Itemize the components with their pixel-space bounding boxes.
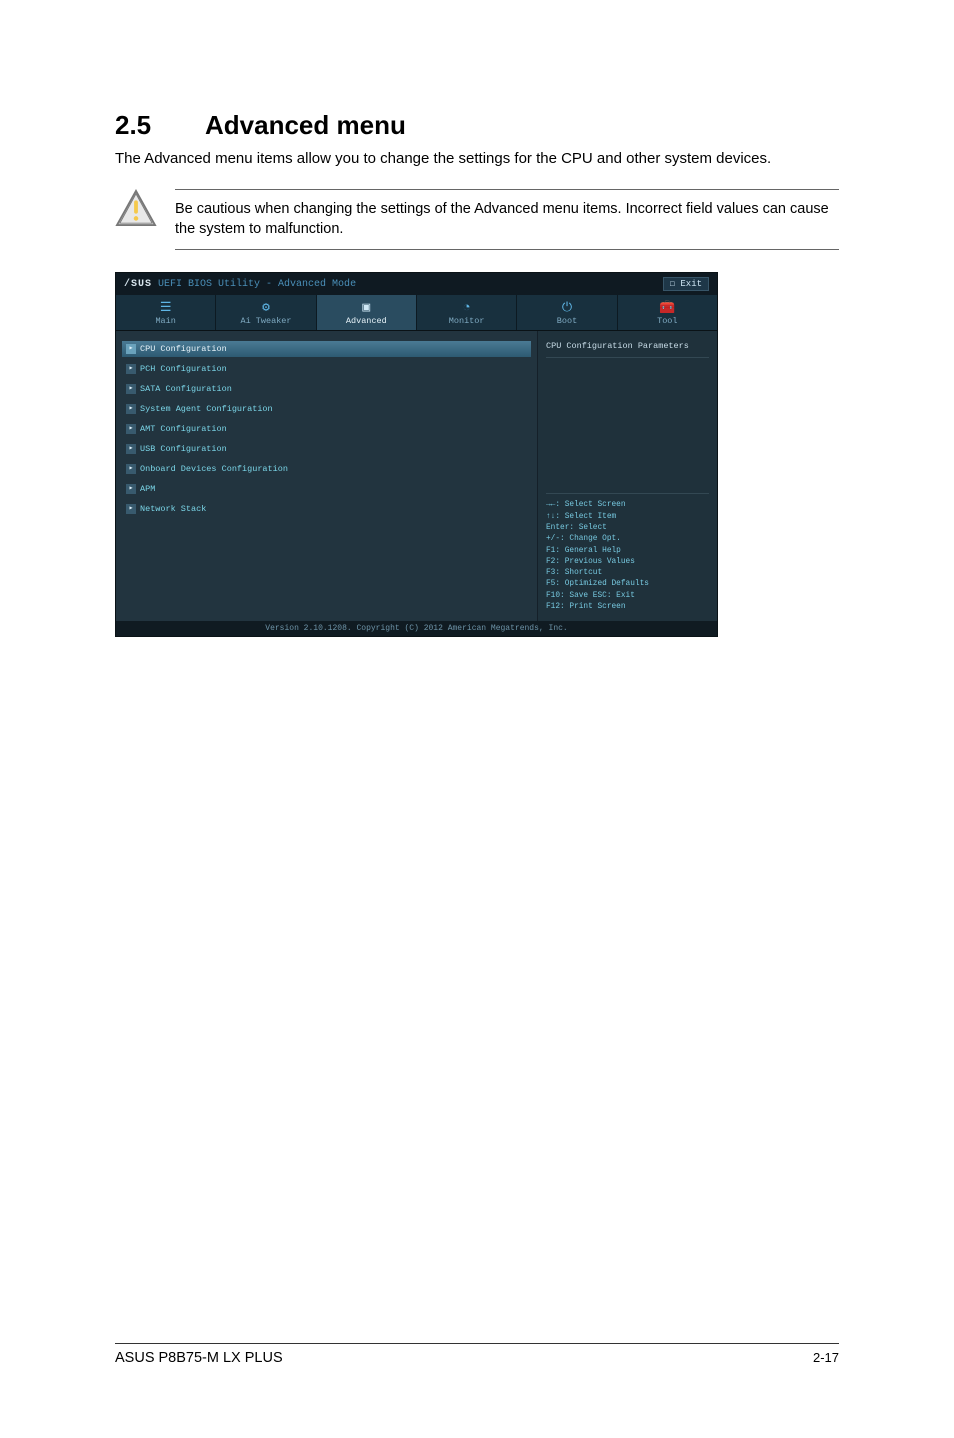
tab-tool[interactable]: 🧰 Tool: [618, 295, 717, 330]
menu-item-label: System Agent Configuration: [140, 404, 273, 414]
key-hint: F12: Print Screen: [546, 602, 709, 613]
menu-item-sata-configuration[interactable]: ▸ SATA Configuration: [122, 381, 531, 397]
menu-item-cpu-configuration[interactable]: ▸ CPU Configuration: [122, 341, 531, 357]
help-title: CPU Configuration Parameters: [546, 341, 709, 358]
tab-label: Boot: [557, 316, 577, 326]
menu-item-label: Network Stack: [140, 504, 206, 514]
menu-item-label: CPU Configuration: [140, 344, 227, 354]
menu-item-amt-configuration[interactable]: ▸ AMT Configuration: [122, 421, 531, 437]
tab-main[interactable]: ☰ Main: [116, 295, 216, 330]
tab-label: Advanced: [346, 316, 387, 326]
tab-monitor[interactable]: ◔ Monitor: [417, 295, 517, 330]
bios-title-suffix: UEFI BIOS Utility - Advanced Mode: [158, 279, 356, 290]
menu-item-usb-configuration[interactable]: ▸ USB Configuration: [122, 441, 531, 457]
chevron-right-icon: ▸: [126, 404, 136, 414]
bios-body: ▸ CPU Configuration ▸ PCH Configuration …: [116, 331, 717, 621]
bios-help-panel: CPU Configuration Parameters →←: Select …: [537, 331, 717, 621]
page-footer: ASUS P8B75-M LX PLUS 2-17: [115, 1343, 839, 1366]
chevron-right-icon: ▸: [126, 464, 136, 474]
menu-item-pch-configuration[interactable]: ▸ PCH Configuration: [122, 361, 531, 377]
menu-item-onboard-devices-configuration[interactable]: ▸ Onboard Devices Configuration: [122, 461, 531, 477]
key-hint: ↑↓: Select Item: [546, 512, 709, 523]
caution-text: Be cautious when changing the settings o…: [175, 189, 839, 250]
menu-item-label: AMT Configuration: [140, 424, 227, 434]
key-hint: F10: Save ESC: Exit: [546, 591, 709, 602]
chevron-right-icon: ▸: [126, 384, 136, 394]
menu-item-network-stack[interactable]: ▸ Network Stack: [122, 501, 531, 517]
menu-item-label: PCH Configuration: [140, 364, 227, 374]
menu-item-label: APM: [140, 484, 155, 494]
toolbox-icon: 🧰: [618, 301, 717, 314]
tab-boot[interactable]: ⏻ Boot: [517, 295, 617, 330]
key-hint: F5: Optimized Defaults: [546, 579, 709, 590]
chevron-right-icon: ▸: [126, 484, 136, 494]
menu-item-system-agent-configuration[interactable]: ▸ System Agent Configuration: [122, 401, 531, 417]
key-hint: F1: General Help: [546, 546, 709, 557]
tab-advanced[interactable]: ▣ Advanced: [317, 295, 417, 330]
key-hint: F3: Shortcut: [546, 568, 709, 579]
exit-button[interactable]: ☐ Exit: [663, 277, 709, 291]
bios-screenshot: /SUS UEFI BIOS Utility - Advanced Mode ☐…: [115, 272, 718, 637]
caution-callout: Be cautious when changing the settings o…: [115, 189, 839, 250]
chevron-right-icon: ▸: [126, 424, 136, 434]
bios-footer: Version 2.10.1208. Copyright (C) 2012 Am…: [116, 621, 717, 636]
chevron-right-icon: ▸: [126, 364, 136, 374]
key-hint: Enter: Select: [546, 523, 709, 534]
key-hint: +/-: Change Opt.: [546, 534, 709, 545]
intro-paragraph: The Advanced menu items allow you to cha…: [115, 149, 839, 169]
key-hint: →←: Select Screen: [546, 500, 709, 511]
exit-label: Exit: [680, 279, 702, 289]
bios-brand: /SUS: [124, 279, 152, 290]
menu-item-label: Onboard Devices Configuration: [140, 464, 288, 474]
caution-icon: [115, 189, 157, 227]
chip-icon: ▣: [317, 301, 416, 314]
list-icon: ☰: [116, 301, 215, 314]
gear-icon: ⚙: [216, 301, 315, 314]
power-icon: ⏻: [517, 301, 616, 314]
menu-item-apm[interactable]: ▸ APM: [122, 481, 531, 497]
bios-tab-bar: ☰ Main ⚙ Ai Tweaker ▣ Advanced ◔ Monitor…: [116, 295, 717, 331]
menu-item-label: SATA Configuration: [140, 384, 232, 394]
footer-model: ASUS P8B75-M LX PLUS: [115, 1350, 283, 1366]
bios-menu-list: ▸ CPU Configuration ▸ PCH Configuration …: [116, 331, 537, 621]
chevron-right-icon: ▸: [126, 444, 136, 454]
tab-ai-tweaker[interactable]: ⚙ Ai Tweaker: [216, 295, 316, 330]
heading-number: 2.5: [115, 110, 205, 141]
bios-title: /SUS UEFI BIOS Utility - Advanced Mode: [124, 279, 356, 290]
tab-label: Main: [155, 316, 175, 326]
section-heading: 2.5Advanced menu: [115, 110, 839, 141]
exit-icon: ☐: [670, 279, 681, 289]
menu-item-label: USB Configuration: [140, 444, 227, 454]
heading-title: Advanced menu: [205, 110, 406, 140]
key-hint: F2: Previous Values: [546, 557, 709, 568]
chevron-right-icon: ▸: [126, 344, 136, 354]
footer-page-number: 2-17: [813, 1350, 839, 1366]
chevron-right-icon: ▸: [126, 504, 136, 514]
tab-label: Monitor: [449, 316, 485, 326]
bios-titlebar: /SUS UEFI BIOS Utility - Advanced Mode ☐…: [116, 273, 717, 295]
key-hint-list: →←: Select Screen ↑↓: Select Item Enter:…: [546, 493, 709, 613]
gauge-icon: ◔: [417, 301, 516, 314]
tab-label: Ai Tweaker: [240, 316, 291, 326]
tab-label: Tool: [657, 316, 677, 326]
